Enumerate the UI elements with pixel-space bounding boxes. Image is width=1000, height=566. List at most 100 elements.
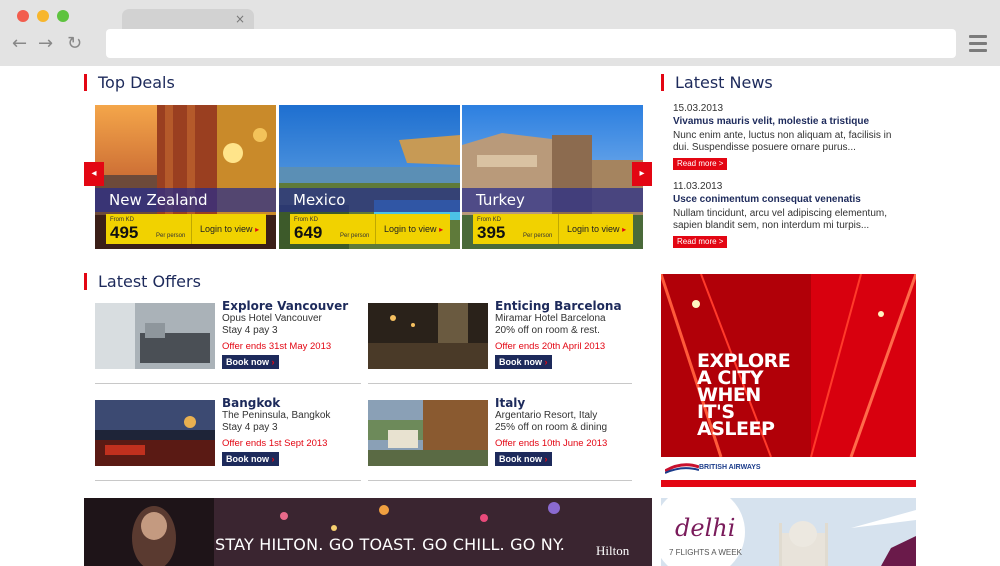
book-now-button[interactable]: Book now ›	[222, 355, 279, 369]
british-airways-logo-icon	[665, 463, 699, 474]
news-date: 11.03.2013	[673, 181, 723, 192]
news-excerpt-line: Nullam tincidunt, arcu vel adipiscing el…	[673, 208, 887, 219]
news-title-link[interactable]: Usce conimentum consequat venenatis	[673, 194, 861, 205]
news-excerpt-line: Nunc enim ante, luctus non aliquam at, f…	[673, 130, 892, 141]
offer-image-barcelona[interactable]	[368, 303, 488, 369]
offer-deal: 20% off on room & rest.	[495, 325, 600, 336]
deal-price: 395	[477, 223, 506, 242]
news-date: 15.03.2013	[673, 103, 724, 114]
latest-news-heading: Latest News	[661, 74, 773, 91]
deal-price-box: From KD 495 Per person Login to view ▸	[106, 214, 266, 244]
offer-title-link[interactable]: Explore Vancouver	[222, 299, 348, 313]
offer-title-link[interactable]: Bangkok	[222, 396, 280, 410]
delhi-title: delhi	[675, 514, 736, 542]
address-bar[interactable]	[106, 29, 956, 58]
login-to-view-button[interactable]: Login to view ▸	[558, 214, 633, 244]
offer-hotel: Miramar Hotel Barcelona	[495, 313, 606, 324]
deal-destination: Mexico	[279, 188, 460, 212]
login-to-view-button[interactable]: Login to view ▸	[375, 214, 450, 244]
read-more-button[interactable]: Read more >	[673, 236, 728, 248]
back-arrow-icon[interactable]: ←	[12, 33, 27, 54]
offer-hotel: The Peninsula, Bangkok	[222, 410, 331, 421]
book-now-label: Book now	[226, 454, 269, 464]
reload-icon[interactable]: ↻	[67, 33, 82, 54]
login-to-view-button[interactable]: Login to view ▸	[191, 214, 266, 244]
top-deals-heading: Top Deals	[84, 74, 175, 91]
deal-per-person: Per person	[340, 233, 370, 239]
offer-divider	[368, 480, 632, 481]
british-airways-ad[interactable]: EXPLORE A CITY WHEN IT'S ASLEEP BRITISH …	[661, 274, 916, 487]
browser-tab[interactable]: ×	[122, 9, 254, 31]
offer-title-link[interactable]: Italy	[495, 396, 525, 410]
arrow-icon: ▸	[255, 225, 260, 234]
hilton-ad-banner[interactable]: STAY HILTON. GO TOAST. GO CHILL. GO NY. …	[84, 498, 652, 566]
latest-offers-heading: Latest Offers	[84, 273, 201, 290]
offer-deal: Stay 4 pay 3	[222, 422, 278, 433]
offer-divider	[368, 383, 632, 384]
offer-deal: Stay 4 pay 3	[222, 325, 278, 336]
deal-price: 495	[110, 223, 139, 242]
deal-per-person: Per person	[523, 233, 553, 239]
deal-price-box: From KD 649 Per person Login to view ▸	[290, 214, 450, 244]
arrow-icon: ›	[544, 357, 548, 367]
offer-image-bangkok[interactable]	[95, 400, 215, 466]
minimize-window-button[interactable]	[37, 10, 49, 22]
slider-next-button[interactable]: ▸	[632, 162, 652, 186]
british-airways-brand: BRITISH AIRWAYS	[699, 464, 761, 471]
close-icon[interactable]: ×	[235, 12, 245, 26]
browser-chrome: × ← → ↻	[0, 0, 1000, 66]
hilton-tagline: STAY HILTON. GO TOAST. GO CHILL. GO NY.	[215, 535, 565, 554]
deal-destination: New Zealand	[95, 188, 276, 212]
slider-prev-button[interactable]: ◂	[84, 162, 104, 186]
delhi-flights-ad[interactable]: delhi 7 FLIGHTS A WEEK	[661, 498, 916, 566]
offer-expiry: Offer ends 20th April 2013	[495, 341, 606, 352]
offer-expiry: Offer ends 1st Sept 2013	[222, 438, 328, 449]
login-to-view-label: Login to view	[384, 224, 437, 234]
offer-image-vancouver[interactable]	[95, 303, 215, 369]
news-excerpt-line: sapien blandit sem, non interdum mi turp…	[673, 220, 870, 231]
book-now-button[interactable]: Book now ›	[495, 355, 552, 369]
offer-hotel: Opus Hotel Vancouver	[222, 313, 322, 324]
login-to-view-label: Login to view	[200, 224, 253, 234]
offer-divider	[95, 480, 361, 481]
deal-price-box: From KD 395 Per person Login to view ▸	[473, 214, 633, 244]
hilton-logo: Hilton	[596, 543, 630, 558]
news-excerpt: Nullam tincidunt, arcu vel adipiscing el…	[673, 208, 913, 232]
ad-city-headline: EXPLORE A CITY WHEN IT'S ASLEEP	[697, 352, 791, 439]
arrow-icon: ▸	[439, 225, 444, 234]
hilton-background	[84, 498, 652, 566]
deal-price: 649	[294, 223, 323, 242]
deal-card-mexico[interactable]: Mexico From KD 649 Per person Login to v…	[279, 105, 460, 249]
offer-divider	[95, 383, 361, 384]
offer-image-italy[interactable]	[368, 400, 488, 466]
news-title-link[interactable]: Vivamus mauris velit, molestie a tristiq…	[673, 116, 869, 127]
deal-card-turkey[interactable]: Turkey From KD 395 Per person Login to v…	[462, 105, 643, 249]
hamburger-menu-icon[interactable]	[969, 35, 987, 56]
forward-arrow-icon[interactable]: →	[38, 33, 53, 54]
read-more-button[interactable]: Read more >	[673, 158, 728, 170]
offer-expiry: Offer ends 31st May 2013	[222, 341, 332, 352]
close-window-button[interactable]	[17, 10, 29, 22]
ad-city-footer: BRITISH AIRWAYS	[661, 457, 916, 487]
book-now-label: Book now	[499, 454, 542, 464]
ad-footer-stripe	[661, 480, 916, 487]
deal-destination: Turkey	[462, 188, 643, 212]
arrow-icon: ›	[271, 454, 275, 464]
arrow-icon: ▸	[622, 225, 627, 234]
book-now-button[interactable]: Book now ›	[495, 452, 552, 466]
news-excerpt: Nunc enim ante, luctus non aliquam at, f…	[673, 130, 913, 154]
login-to-view-label: Login to view	[567, 224, 620, 234]
offer-deal: 25% off on room & dining	[495, 422, 608, 433]
book-now-label: Book now	[226, 357, 269, 367]
arrow-icon: ›	[544, 454, 548, 464]
offer-hotel: Argentario Resort, Italy	[495, 410, 598, 421]
page-content: Top Deals New Zealand From KD 495 Per pe…	[0, 66, 1000, 566]
deal-card-new-zealand[interactable]: New Zealand From KD 495 Per person Login…	[95, 105, 276, 249]
arrow-icon: ›	[271, 357, 275, 367]
offer-expiry: Offer ends 10th June 2013	[495, 438, 608, 449]
deal-per-person: Per person	[156, 233, 186, 239]
offer-title-link[interactable]: Enticing Barcelona	[495, 299, 622, 313]
news-excerpt-line: dui. Suspendisse posuere ornare purus...	[673, 142, 856, 153]
book-now-button[interactable]: Book now ›	[222, 452, 279, 466]
maximize-window-button[interactable]	[57, 10, 69, 22]
